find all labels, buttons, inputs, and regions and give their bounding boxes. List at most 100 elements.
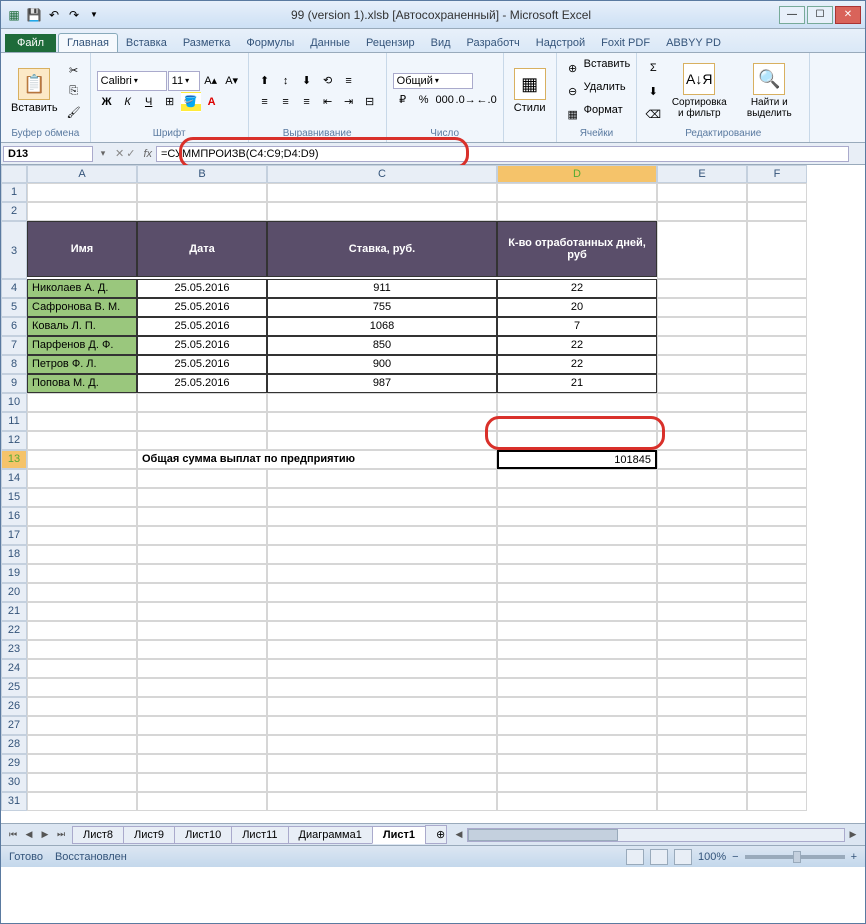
cell-D13[interactable]: 101845 xyxy=(497,450,657,469)
zoom-slider[interactable] xyxy=(745,855,845,859)
cell-A9[interactable]: Попова М. Д. xyxy=(27,374,137,393)
row-14[interactable]: 14 xyxy=(1,469,27,488)
zoom-thumb[interactable] xyxy=(793,851,801,863)
row-23[interactable]: 23 xyxy=(1,640,27,659)
format-cells-button[interactable]: ▦Формат xyxy=(563,104,631,124)
row-26[interactable]: 26 xyxy=(1,697,27,716)
row-6[interactable]: 6 xyxy=(1,317,27,336)
tab-data[interactable]: Данные xyxy=(302,34,358,52)
cell-C6[interactable]: 1068 xyxy=(267,317,497,336)
align-bottom-icon[interactable]: ⬇ xyxy=(297,71,317,91)
row-29[interactable]: 29 xyxy=(1,754,27,773)
insert-cells-button[interactable]: ⊕Вставить xyxy=(563,58,631,78)
enter-formula-icon[interactable]: ✓ xyxy=(126,147,135,160)
file-tab[interactable]: Файл xyxy=(5,34,56,52)
tab-nav-last-icon[interactable]: ⏭ xyxy=(53,827,69,843)
tab-review[interactable]: Рецензир xyxy=(358,34,423,52)
namebox-dropdown-icon[interactable]: ▾ xyxy=(95,148,111,159)
find-select-button[interactable]: 🔍 Найти и выделить xyxy=(735,61,803,121)
qat-dropdown-icon[interactable]: ▼ xyxy=(85,6,103,24)
save-icon[interactable]: 💾 xyxy=(25,6,43,24)
autosum-icon[interactable]: Σ xyxy=(643,58,663,78)
row-2[interactable]: 2 xyxy=(1,202,27,221)
number-format-combo[interactable]: Общий▾ xyxy=(393,73,473,89)
row-4[interactable]: 4 xyxy=(1,279,27,298)
align-left-icon[interactable]: ≡ xyxy=(255,92,275,112)
total-label[interactable]: Общая сумма выплат по предприятию xyxy=(137,450,497,469)
row-21[interactable]: 21 xyxy=(1,602,27,621)
align-center-icon[interactable]: ≡ xyxy=(276,92,296,112)
cell-A4[interactable]: Николаев А. Д. xyxy=(27,279,137,298)
underline-icon[interactable]: Ч xyxy=(139,92,159,112)
hscroll-thumb[interactable] xyxy=(468,829,618,841)
zoom-out-icon[interactable]: − xyxy=(732,851,738,863)
styles-button[interactable]: ▦ Стили xyxy=(510,66,550,116)
increase-decimal-icon[interactable]: .0→ xyxy=(456,90,476,110)
fill-color-icon[interactable]: 🪣 xyxy=(181,92,201,112)
cell-C7[interactable]: 850 xyxy=(267,336,497,355)
row-10[interactable]: 10 xyxy=(1,393,27,412)
row-24[interactable]: 24 xyxy=(1,659,27,678)
redo-icon[interactable]: ↷ xyxy=(65,6,83,24)
align-middle-icon[interactable]: ↕ xyxy=(276,71,296,91)
tab-layout[interactable]: Разметка xyxy=(175,34,239,52)
header-date[interactable]: Дата xyxy=(137,221,267,277)
header-name[interactable]: Имя xyxy=(27,221,137,277)
font-name-combo[interactable]: Calibri▾ xyxy=(97,71,167,91)
tab-foxit[interactable]: Foxit PDF xyxy=(593,34,658,52)
decrease-decimal-icon[interactable]: ←.0 xyxy=(477,90,497,110)
row-22[interactable]: 22 xyxy=(1,621,27,640)
row-18[interactable]: 18 xyxy=(1,545,27,564)
percent-icon[interactable]: % xyxy=(414,90,434,110)
close-button[interactable]: ✕ xyxy=(835,6,861,24)
row-19[interactable]: 19 xyxy=(1,564,27,583)
cancel-formula-icon[interactable]: ✕ xyxy=(115,147,124,160)
undo-icon[interactable]: ↶ xyxy=(45,6,63,24)
new-sheet-icon[interactable]: ⊕ xyxy=(425,825,447,844)
font-color-icon[interactable]: A xyxy=(202,92,222,112)
cell-B7[interactable]: 25.05.2016 xyxy=(137,336,267,355)
worksheet[interactable]: A B C D E F 1 2 3 Имя Дата Ставка, руб. … xyxy=(1,165,865,845)
row-17[interactable]: 17 xyxy=(1,526,27,545)
cut-icon[interactable]: ✂ xyxy=(64,60,84,80)
view-page-layout-icon[interactable] xyxy=(650,849,668,865)
row-1[interactable]: 1 xyxy=(1,183,27,202)
copy-icon[interactable]: ⎘ xyxy=(64,81,84,101)
row-9[interactable]: 9 xyxy=(1,374,27,393)
sheet-tab[interactable]: Лист9 xyxy=(123,826,175,844)
sheet-tab[interactable]: Лист8 xyxy=(72,826,124,844)
cell-C8[interactable]: 900 xyxy=(267,355,497,374)
row-13[interactable]: 13 xyxy=(1,450,27,469)
fill-icon[interactable]: ⬇ xyxy=(643,81,663,101)
tab-insert[interactable]: Вставка xyxy=(118,34,175,52)
view-page-break-icon[interactable] xyxy=(674,849,692,865)
decrease-indent-icon[interactable]: ⇤ xyxy=(318,92,338,112)
align-top-icon[interactable]: ⬆ xyxy=(255,71,275,91)
tab-nav-next-icon[interactable]: ▶ xyxy=(37,827,53,843)
italic-icon[interactable]: К xyxy=(118,92,138,112)
cell-B6[interactable]: 25.05.2016 xyxy=(137,317,267,336)
row-28[interactable]: 28 xyxy=(1,735,27,754)
bold-icon[interactable]: Ж xyxy=(97,92,117,112)
sort-filter-button[interactable]: A↓Я Сортировка и фильтр xyxy=(665,61,733,121)
header-rate[interactable]: Ставка, руб. xyxy=(267,221,497,277)
sheet-tab-active[interactable]: Лист1 xyxy=(372,826,426,844)
select-all-corner[interactable] xyxy=(1,165,27,183)
orientation-icon[interactable]: ⟲ xyxy=(318,71,338,91)
col-D[interactable]: D xyxy=(497,165,657,183)
clear-icon[interactable]: ⌫ xyxy=(643,104,663,124)
align-right-icon[interactable]: ≡ xyxy=(297,92,317,112)
horizontal-scrollbar[interactable] xyxy=(467,828,845,842)
col-F[interactable]: F xyxy=(747,165,807,183)
hscroll-right-icon[interactable]: ▶ xyxy=(845,827,861,843)
sheet-tab[interactable]: Лист10 xyxy=(174,826,232,844)
cell-B4[interactable]: 25.05.2016 xyxy=(137,279,267,298)
paste-button[interactable]: 📋 Вставить xyxy=(7,66,62,116)
shrink-font-icon[interactable]: A▾ xyxy=(222,71,242,91)
cell-C9[interactable]: 987 xyxy=(267,374,497,393)
tab-abbyy[interactable]: ABBYY PD xyxy=(658,34,729,52)
tab-nav-prev-icon[interactable]: ◀ xyxy=(21,827,37,843)
sheet-tab[interactable]: Диаграмма1 xyxy=(288,826,373,844)
cell-D5[interactable]: 20 xyxy=(497,298,657,317)
hscroll-left-icon[interactable]: ◀ xyxy=(451,827,467,843)
